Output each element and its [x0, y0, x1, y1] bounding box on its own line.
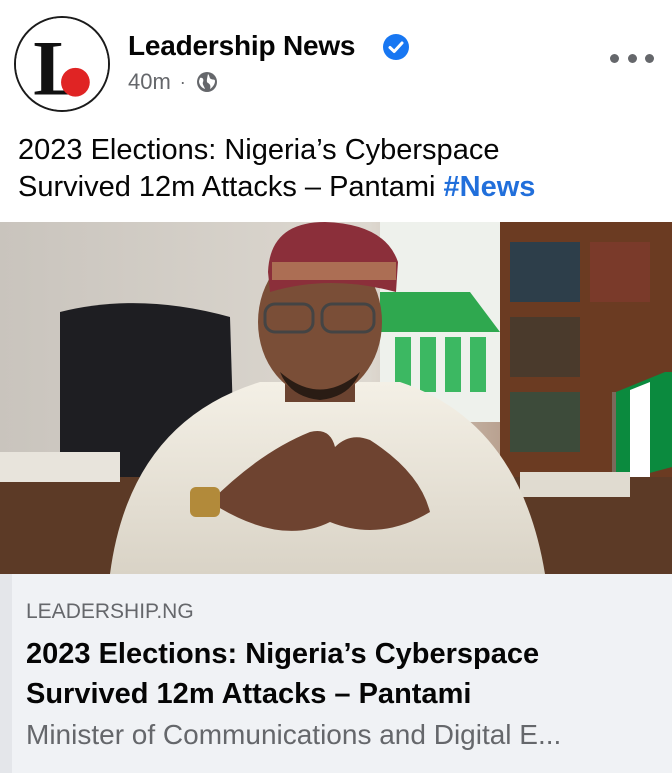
post-meta: 40m ·	[128, 69, 219, 95]
link-domain: LEADERSHIP.NG	[26, 600, 194, 623]
article-photo[interactable]	[0, 222, 672, 574]
link-title[interactable]: 2023 Elections: Nigeria’s Cyberspace Sur…	[26, 634, 656, 714]
preview-edge	[0, 574, 12, 773]
logo-letter: L	[33, 25, 85, 110]
link-description: Minister of Communications and Digital E…	[26, 719, 562, 750]
more-dot	[645, 53, 654, 63]
caption-line: 2023 Elections: Nigeria’s Cyberspace	[18, 134, 500, 166]
more-options-icon[interactable]	[610, 46, 654, 70]
link-title-line: Survived 12m Attacks – Pantami	[26, 678, 472, 710]
meta-separator: ·	[179, 71, 186, 92]
post-caption: 2023 Elections: Nigeria’s Cyberspace Sur…	[18, 132, 658, 206]
facebook-post: L Leadership News 40m · 2023 Elections: …	[0, 0, 672, 773]
post-header: L Leadership News 40m ·	[0, 0, 672, 120]
photo-illustration	[0, 222, 672, 574]
post-timestamp[interactable]: 40m	[128, 69, 171, 95]
caption-line-with-hashtag: Survived 12m Attacks – Pantami #News	[18, 169, 658, 206]
caption-line: Survived 12m Attacks – Pantami	[18, 171, 436, 203]
link-title-line: 2023 Elections: Nigeria’s Cyberspace	[26, 638, 540, 670]
page-avatar[interactable]: L	[14, 16, 110, 112]
hashtag-link[interactable]: #News	[444, 171, 536, 203]
globe-icon[interactable]	[195, 70, 219, 94]
more-dot	[627, 53, 637, 63]
link-preview[interactable]: LEADERSHIP.NG 2023 Elections: Nigeria’s …	[12, 574, 672, 773]
more-dot	[610, 53, 619, 63]
page-name[interactable]: Leadership News	[128, 30, 356, 62]
verified-badge-icon	[383, 34, 409, 60]
logo-red-dot	[61, 67, 90, 97]
leadership-logo: L	[16, 18, 108, 110]
